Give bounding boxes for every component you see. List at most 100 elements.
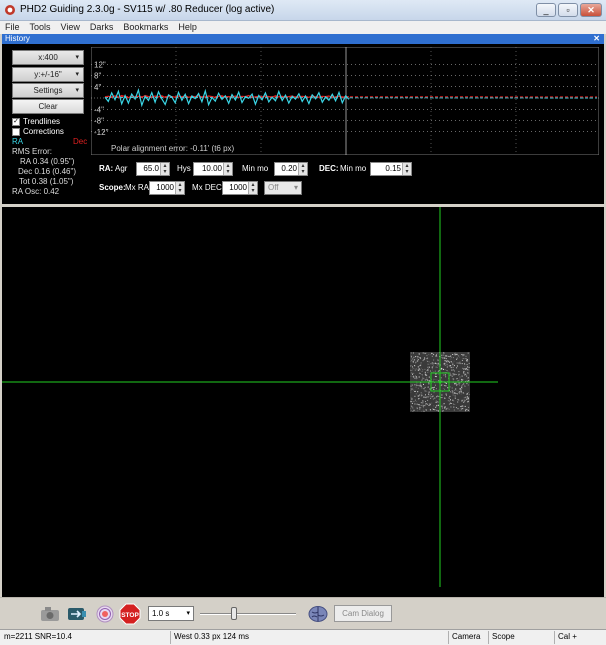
max-dec-value: 1000 [229, 183, 247, 192]
dec-minmo-input[interactable]: 0.15 ▴ ▾ [370, 162, 412, 176]
mxra-label: Mx RA [125, 183, 149, 192]
scope-label: Scope: [99, 183, 126, 192]
ra-aggression-input[interactable]: 65.0 ▴ ▾ [136, 162, 170, 176]
rms-dec: Dec 0.16 (0.46") [18, 167, 76, 176]
window-title: PHD2 Guiding 2.3.0g - SV115 w/ .80 Reduc… [20, 4, 275, 15]
checkbox-checked-icon: ✓ [12, 117, 20, 126]
gamma-slider[interactable] [200, 607, 296, 620]
title-bar: PHD2 Guiding 2.3.0g - SV115 w/ .80 Reduc… [0, 0, 606, 21]
brain-icon[interactable] [307, 603, 329, 625]
ra-hysteresis-value: 10.00 [201, 164, 222, 173]
trendlines-label: Trendlines [23, 117, 61, 126]
spin-arrows-icon[interactable]: ▴ ▾ [402, 163, 411, 175]
history-close-icon[interactable]: ✕ [593, 34, 600, 44]
clear-button[interactable]: Clear [12, 99, 84, 114]
auto-select-star-icon[interactable] [94, 603, 116, 625]
max-dec-input[interactable]: 1000 ▴ ▾ [222, 181, 258, 195]
menu-bookmarks[interactable]: Bookmarks [118, 21, 173, 34]
menu-darks[interactable]: Darks [85, 21, 119, 34]
dec-minmo-value: 0.15 [385, 164, 401, 173]
star-centroid [438, 380, 442, 384]
spin-arrows-icon[interactable]: ▴ ▾ [248, 182, 257, 194]
rms-error-label: RMS Error: [12, 147, 52, 156]
status-star-info: m=2211 SNR=10.4 [4, 632, 72, 641]
menu-file[interactable]: File [0, 21, 25, 34]
ra-minmo-value: 0.20 [281, 164, 297, 173]
dropdown-arrow-icon: ▾ [186, 610, 190, 617]
y-tick-label: 8" [94, 72, 101, 81]
menu-tools[interactable]: Tools [25, 21, 56, 34]
status-calibration: Cal + [558, 632, 577, 641]
close-icon: ✕ [587, 4, 595, 15]
rms-ra: RA 0.34 (0.95") [20, 157, 75, 166]
history-panel: x:400 ▾ y:+/-16" ▾ Settings ▾ Clear ✓ Trend… [2, 44, 604, 204]
ra-minmo-input[interactable]: 0.20 ▴ ▾ [274, 162, 308, 176]
history-title: History [5, 34, 30, 43]
stop-icon[interactable]: STOP [119, 603, 141, 625]
y-tick-label: 12" [94, 60, 106, 69]
settings-label: Settings [33, 86, 63, 95]
ra-oscillation: RA Osc: 0.42 [12, 187, 60, 196]
close-button[interactable]: ✕ [580, 3, 602, 17]
loop-exposure-icon[interactable] [66, 603, 88, 625]
status-scope: Scope [492, 632, 515, 641]
dec-guide-mode-value: Off [268, 183, 279, 192]
status-guide-info: West 0.33 px 124 ms [174, 632, 249, 641]
ra-minmo-label: Min mo [242, 164, 269, 173]
minimize-button[interactable]: _ [536, 3, 556, 17]
ra-legend: RA [12, 137, 24, 146]
dropdown-arrow-icon: ▾ [75, 71, 79, 78]
maximize-button[interactable]: ▫ [558, 3, 578, 17]
history-pane-header: History ✕ [2, 34, 604, 44]
svg-text:STOP: STOP [121, 612, 139, 619]
menu-view[interactable]: View [56, 21, 85, 34]
trendlines-checkbox[interactable]: ✓ Trendlines [12, 117, 60, 126]
y-tick-label: -4" [94, 105, 104, 114]
x-scale-button[interactable]: x:400 ▾ [12, 50, 84, 65]
graph-frame [91, 47, 599, 155]
ra-aggression-value: 65.0 [143, 164, 159, 173]
maximize-icon: ▫ [566, 5, 570, 15]
dec-legend: Dec [73, 137, 88, 146]
gamma-slider-thumb[interactable] [231, 607, 237, 620]
corrections-label: Corrections [23, 127, 64, 136]
ra-agr-label: Agr [115, 164, 128, 173]
guider-image-panel[interactable] [2, 207, 604, 597]
cam-dialog-button[interactable]: Cam Dialog [334, 605, 392, 622]
y-scale-button[interactable]: y:+/-16" ▾ [12, 67, 84, 82]
spin-arrows-icon[interactable]: ▴ ▾ [175, 182, 184, 194]
y-scale-label: y:+/-16" [34, 70, 62, 79]
y-tick-label: 4" [94, 83, 101, 92]
checkbox-empty-icon [12, 127, 20, 136]
clear-label: Clear [38, 102, 58, 111]
guide-star-view [2, 207, 498, 587]
settings-button[interactable]: Settings ▾ [12, 83, 84, 98]
y-tick-label: -8" [94, 117, 104, 126]
minimize-icon: _ [543, 5, 549, 15]
ra-hysteresis-input[interactable]: 10.00 ▴ ▾ [193, 162, 233, 176]
rms-total: Tot 0.38 (1.05") [19, 177, 74, 186]
exposure-duration-value: 1.0 s [152, 609, 170, 618]
spin-arrows-icon[interactable]: ▴ ▾ [160, 163, 169, 175]
dec-label: DEC: [319, 164, 339, 173]
camera-connect-icon[interactable] [39, 603, 61, 625]
guiding-history-graph: 12" 8" 4" -4" -8" -12" Polar alignment error:… [91, 47, 599, 155]
menu-help[interactable]: Help [173, 21, 202, 34]
bottom-toolbar: STOP 1.0 s ▾ Cam Dialog [0, 597, 606, 629]
spin-arrows-icon[interactable]: ▴ ▾ [223, 163, 232, 175]
corrections-checkbox[interactable]: Corrections [12, 127, 64, 136]
menu-bar: File Tools View Darks Bookmarks Help [0, 21, 606, 34]
max-ra-input[interactable]: 1000 ▴ ▾ [149, 181, 185, 195]
spin-arrows-icon[interactable]: ▴ ▾ [298, 163, 307, 175]
dec-guide-mode-select[interactable]: Off ▾ [264, 181, 302, 195]
exposure-duration-select[interactable]: 1.0 s ▾ [148, 606, 194, 621]
dec-minmo-label: Min mo [340, 164, 367, 173]
ra-label: RA: [99, 164, 114, 173]
status-bar: m=2211 SNR=10.4 West 0.33 px 124 ms Came… [0, 629, 606, 645]
dropdown-arrow-icon: ▾ [293, 183, 298, 192]
cam-dialog-label: Cam Dialog [342, 609, 384, 618]
x-scale-label: x:400 [38, 53, 58, 62]
y-tick-label: -12" [94, 128, 109, 137]
phd2-app-icon [5, 5, 15, 15]
max-ra-value: 1000 [156, 183, 174, 192]
